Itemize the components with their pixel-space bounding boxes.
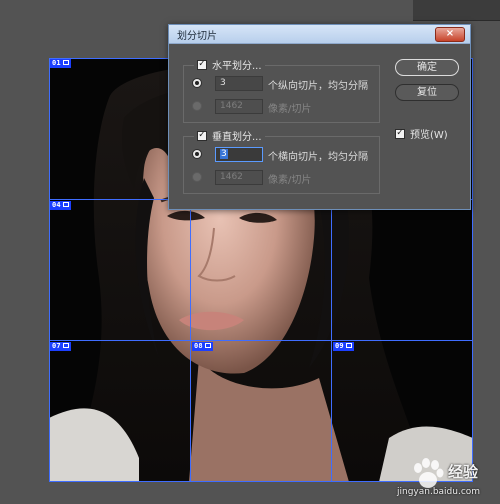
slice-divider-h2[interactable]: [49, 340, 473, 341]
slice-number: 04: [52, 201, 61, 209]
slice-number: 08: [194, 342, 203, 350]
image-icon: [62, 343, 69, 348]
reset-button[interactable]: 复位: [395, 84, 459, 101]
vertical-divide-checkbox[interactable]: ✓: [197, 130, 207, 141]
horizontal-count-input[interactable]: 3: [215, 76, 263, 91]
horizontal-divide-group: ✓ 水平划分... 3 个纵向切片，均匀分隔 1462 像素/切片: [183, 57, 380, 123]
image-icon: [204, 343, 211, 348]
image-icon: [62, 60, 69, 65]
vertical-divide-header: ✓ 垂直划分...: [194, 128, 265, 143]
horizontal-pixel-input[interactable]: 1462: [215, 99, 263, 114]
slice-divider-v1[interactable]: [190, 199, 191, 482]
preview-checkbox[interactable]: ✓: [395, 128, 405, 139]
horizontal-pixel-label: 像素/切片: [268, 104, 312, 115]
dialog-title: 划分切片: [177, 31, 217, 42]
horizontal-pixel-radio[interactable]: [192, 101, 202, 111]
slice-border-right: [472, 58, 473, 482]
slice-tag-08[interactable]: 08: [192, 342, 213, 351]
vertical-count-label: 个横向切片，均匀分隔: [268, 152, 368, 163]
slice-tag-04[interactable]: 04: [50, 201, 71, 210]
preview-option[interactable]: ✓ 预览(W): [395, 126, 448, 141]
image-icon: [62, 202, 69, 207]
preview-label: 预览(W): [410, 130, 448, 141]
vertical-divide-label: 垂直划分...: [212, 132, 262, 143]
slice-tag-07[interactable]: 07: [50, 342, 71, 351]
dialog-titlebar[interactable]: 划分切片 ×: [169, 25, 470, 44]
vertical-divide-group: ✓ 垂直划分... 3 个横向切片，均匀分隔 1462 像素/切片: [183, 128, 380, 194]
watermark-text: 经验: [448, 463, 479, 481]
top-panel: [413, 0, 500, 21]
vertical-pixel-input[interactable]: 1462: [215, 170, 263, 185]
horizontal-divide-label: 水平划分...: [212, 61, 262, 72]
horizontal-count-radio[interactable]: [192, 78, 202, 88]
slice-tag-01[interactable]: 01: [50, 59, 71, 68]
horizontal-divide-header: ✓ 水平划分...: [194, 57, 265, 72]
vertical-count-selection: 3: [220, 149, 228, 159]
image-icon: [345, 343, 352, 348]
slice-number: 09: [335, 342, 344, 350]
slice-border-left: [49, 58, 50, 482]
vertical-count-input[interactable]: 3: [215, 147, 263, 162]
vertical-count-radio[interactable]: [192, 149, 202, 159]
slice-number: 07: [52, 342, 61, 350]
horizontal-divide-checkbox[interactable]: ✓: [197, 59, 207, 70]
ok-button[interactable]: 确定: [395, 59, 459, 76]
horizontal-count-label: 个纵向切片，均匀分隔: [268, 81, 368, 92]
divide-slice-dialog: 划分切片 × ✓ 水平划分... 3 个纵向切片，均匀分隔 1462 像素/切片…: [168, 24, 471, 210]
slice-tag-09[interactable]: 09: [333, 342, 354, 351]
watermark-url: jingyan.baidu.com: [397, 487, 481, 497]
close-button[interactable]: ×: [435, 27, 465, 42]
vertical-pixel-label: 像素/切片: [268, 175, 312, 186]
slice-number: 01: [52, 59, 61, 67]
slice-divider-v2[interactable]: [331, 199, 332, 482]
vertical-pixel-radio[interactable]: [192, 172, 202, 182]
